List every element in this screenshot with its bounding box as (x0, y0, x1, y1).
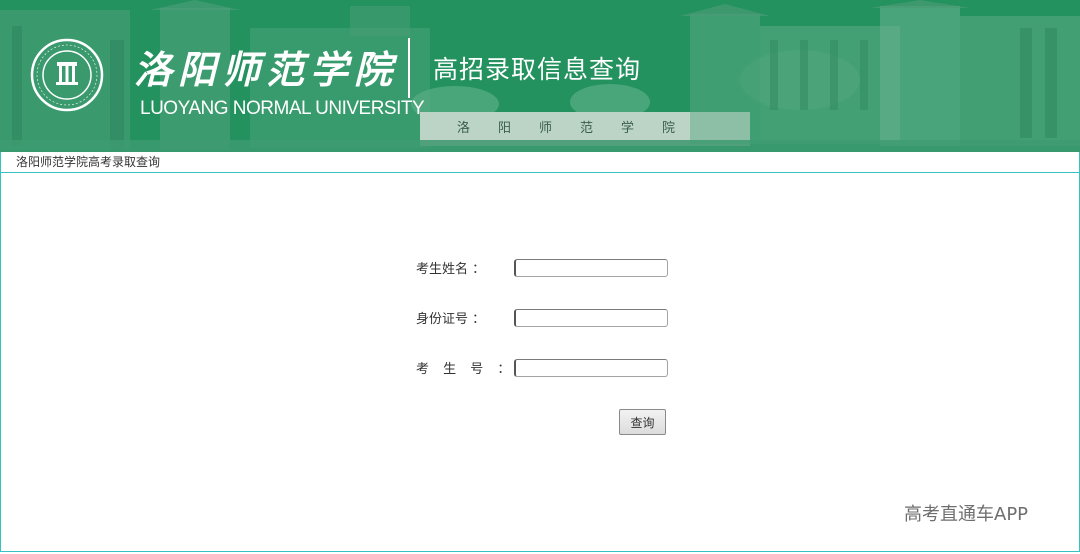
watermark-text: 高考直通车APP (904, 504, 1029, 525)
title-divider (408, 38, 410, 98)
exam-number-label: 考 生 号 ： (416, 362, 516, 377)
breadcrumb: 洛阳师范学院高考录取查询 (0, 152, 1080, 173)
university-seal-icon (30, 38, 104, 112)
exam-number-input[interactable] (514, 359, 668, 377)
query-panel: 考生姓名 ： 身份证号 ： 考 生 号 ： 查询 高考直通车APP (0, 173, 1080, 552)
gate-inscription: 洛阳师范学院 (456, 121, 703, 136)
school-name-english: LUOYANG NORMAL UNIVERSITY (140, 98, 425, 119)
breadcrumb-text: 洛阳师范学院高考录取查询 (16, 155, 161, 169)
student-name-input[interactable] (514, 259, 668, 277)
student-name-label: 考生姓名 ： (416, 262, 486, 277)
id-number-label: 身份证号 ： (416, 312, 486, 327)
query-button[interactable]: 查询 (619, 409, 666, 435)
school-name-chinese: 洛阳师范学院 (134, 47, 399, 92)
system-title: 高招录取信息查询 (433, 55, 642, 84)
id-number-input[interactable] (514, 309, 668, 327)
header-banner: 洛阳师范学院 LUOYANG NORMAL UNIVERSITY 高招录取信息查… (0, 0, 1080, 152)
